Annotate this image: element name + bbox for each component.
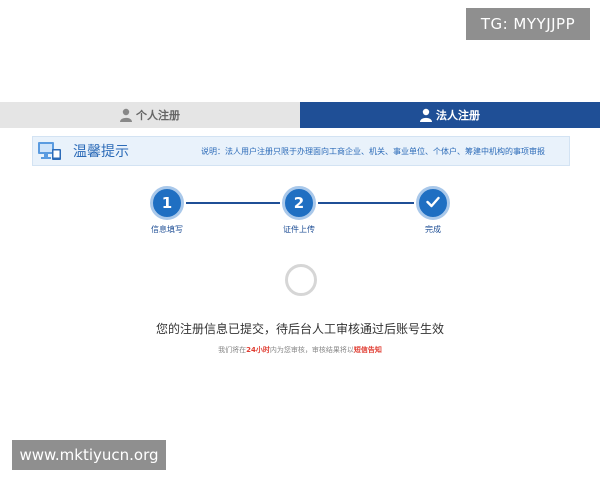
review-notice: 我们将在24小时内为您审核，审核结果将以短信告知 xyxy=(0,345,600,355)
tab-label: 法人注册 xyxy=(436,109,480,122)
review-notice-prefix: 我们将在 xyxy=(218,346,247,354)
registration-panel: 个人注册 法人注册 温馨提示 说明：法人用户注册只限于办理面向工商企业、机关、事… xyxy=(0,102,600,376)
sms-notify-highlight: 短信告知 xyxy=(353,346,382,354)
notice-title: 温馨提示 xyxy=(73,144,129,160)
step-3-label: 完成 xyxy=(425,225,441,234)
tg-badge: TG: MYYJJPP xyxy=(466,8,590,40)
step-3-circle xyxy=(416,186,450,220)
user-icon xyxy=(420,108,432,122)
check-icon xyxy=(426,194,440,212)
review-time-highlight: 24小时 xyxy=(246,346,270,354)
status-message: 您的注册信息已提交，待后台人工审核通过后账号生效 xyxy=(155,322,444,336)
step-1-circle: 1 xyxy=(150,186,184,220)
step-2-label: 证件上传 xyxy=(283,225,315,234)
step-connector xyxy=(186,202,280,204)
tab-label: 个人注册 xyxy=(136,109,180,122)
tab-personal-registration[interactable]: 个人注册 xyxy=(0,102,300,128)
notice-banner: 温馨提示 说明：法人用户注册只限于办理面向工商企业、机关、事业单位、个体户、筹建… xyxy=(32,136,570,166)
registration-tabs: 个人注册 法人注册 xyxy=(0,102,600,128)
step-1-label: 信息填写 xyxy=(151,225,183,234)
monitor-icon xyxy=(33,136,67,166)
user-icon xyxy=(120,108,132,122)
site-watermark: www.mktiyucn.org xyxy=(12,440,166,470)
progress-steps: 1 2 信息填写 证件上传 完成 xyxy=(0,186,600,246)
step-connector xyxy=(318,202,414,204)
loading-spinner xyxy=(285,264,317,296)
tab-legal-registration[interactable]: 法人注册 xyxy=(300,102,600,128)
notice-text: 说明：法人用户注册只限于办理面向工商企业、机关、事业单位、个体户、筹建中机构的事… xyxy=(201,146,545,156)
step-2-circle: 2 xyxy=(282,186,316,220)
review-notice-middle: 内为您审核，审核结果将以 xyxy=(269,346,354,354)
